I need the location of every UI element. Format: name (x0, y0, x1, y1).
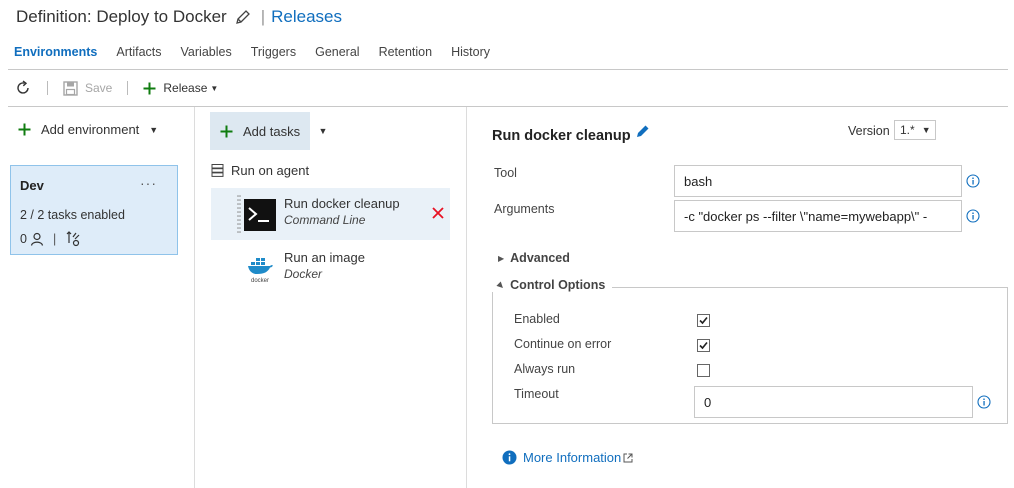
drag-handle-icon[interactable] (237, 194, 241, 234)
chevron-down-icon: ▼ (318, 126, 328, 136)
chevron-down-icon: ▼ (149, 124, 159, 135)
environment-card-dev[interactable]: Dev ··· 2 / 2 tasks enabled 0 | (10, 165, 178, 255)
tab-artifacts[interactable]: Artifacts (116, 45, 161, 59)
docker-icon: docker (244, 253, 276, 285)
task-run-docker-cleanup[interactable]: Run docker cleanup Command Line (211, 188, 450, 240)
version-select[interactable]: 1.* ▼ (894, 120, 936, 140)
version-label: Version (848, 124, 890, 138)
control-options-toggle[interactable]: ▶ Control Options (495, 278, 606, 292)
timeout-input[interactable]: 0 (694, 386, 973, 418)
continue-on-error-checkbox[interactable] (697, 339, 710, 352)
task-run-an-image[interactable]: docker Run an image Docker (211, 242, 450, 294)
server-icon (211, 164, 224, 177)
agent-phase[interactable]: Run on agent (211, 163, 309, 178)
enabled-checkbox[interactable] (697, 314, 710, 327)
info-filled-icon (502, 450, 517, 465)
edit-pencil-icon[interactable] (235, 9, 251, 25)
tab-history[interactable]: History (451, 45, 490, 59)
enabled-label: Enabled (514, 312, 560, 326)
task-detail-title: Run docker cleanup (492, 128, 631, 144)
tasks-enabled-count: 2 / 2 tasks enabled (20, 208, 125, 222)
meta-separator: | (52, 232, 57, 246)
task-name: Run docker cleanup (284, 196, 400, 211)
page-title: Definition: Deploy to Docker (16, 7, 227, 26)
chevron-down-icon: ▼ (921, 125, 931, 135)
task-name: Run an image (284, 250, 365, 265)
page-header: Definition: Deploy to Docker | Releases (16, 6, 342, 28)
tool-input[interactable]: bash (674, 165, 962, 197)
agent-phase-label: Run on agent (231, 163, 310, 178)
more-information-label: More Information (523, 450, 622, 465)
task-type: Docker (284, 267, 323, 281)
external-link-icon (623, 453, 633, 463)
tab-variables[interactable]: Variables (181, 45, 232, 59)
toolbar-divider (8, 106, 1008, 107)
add-tasks-dropdown[interactable]: ▼ (311, 112, 335, 150)
column-divider-right (466, 107, 467, 488)
arguments-label: Arguments (494, 202, 555, 216)
continue-on-error-label: Continue on error (514, 337, 612, 351)
tab-triggers[interactable]: Triggers (251, 45, 296, 59)
task-type: Command Line (284, 213, 366, 227)
tab-retention[interactable]: Retention (379, 45, 433, 59)
trigger-icon[interactable] (65, 231, 81, 247)
approvers-count: 0 (20, 232, 27, 246)
timeout-label: Timeout (514, 387, 559, 401)
definition-tabs: Environments Artifacts Variables Trigger… (14, 45, 509, 59)
version-value: 1.* (900, 123, 915, 137)
chevron-down-icon: ▼ (210, 83, 219, 93)
advanced-label: Advanced (510, 251, 570, 265)
save-button[interactable]: Save (63, 80, 113, 96)
tab-general[interactable]: General (315, 45, 359, 59)
more-information-link[interactable]: More Information (502, 450, 633, 465)
always-run-checkbox[interactable] (697, 364, 710, 377)
chevron-right-icon: ▶ (498, 253, 505, 263)
add-environment-label: Add environment (41, 122, 140, 137)
info-icon[interactable] (977, 395, 991, 409)
plus-icon (143, 82, 156, 95)
column-divider-left (194, 107, 195, 488)
chevron-expanded-icon: ▶ (495, 279, 507, 291)
delete-task-icon[interactable] (430, 205, 446, 221)
add-environment-button[interactable]: Add environment ▼ (18, 122, 158, 137)
title-separator: | (260, 7, 266, 26)
environment-name: Dev (20, 178, 44, 193)
tool-label: Tool (494, 166, 517, 180)
svg-text:docker: docker (251, 278, 269, 284)
releases-link[interactable]: Releases (271, 7, 342, 27)
advanced-section-toggle[interactable]: ▶ Advanced (498, 251, 570, 265)
control-options-label: Control Options (510, 278, 606, 292)
toolbar-separator (47, 81, 48, 95)
info-icon[interactable] (966, 174, 980, 188)
environment-meta: 0 | (20, 231, 84, 247)
save-icon (63, 80, 78, 96)
refresh-icon[interactable] (14, 79, 32, 97)
command-line-icon (244, 199, 276, 231)
tab-environments[interactable]: Environments (14, 45, 97, 59)
release-label: Release (163, 81, 208, 95)
plus-icon (18, 123, 31, 136)
info-icon[interactable] (966, 209, 980, 223)
edit-pencil-icon[interactable] (636, 124, 650, 138)
add-tasks-button[interactable]: Add tasks (210, 112, 310, 150)
arguments-input[interactable]: -c "docker ps --filter \"name=mywebapp\"… (674, 200, 962, 232)
toolbar-separator-2 (127, 81, 129, 95)
release-button[interactable]: Release ▼ (143, 81, 218, 95)
toolbar: Save Release ▼ (14, 78, 218, 98)
add-tasks-label: Add tasks (243, 123, 301, 139)
always-run-label: Always run (514, 362, 576, 376)
save-label: Save (85, 81, 113, 95)
person-icon[interactable] (30, 232, 44, 246)
more-options-icon[interactable]: ··· (140, 175, 157, 191)
task-detail-header: Run docker cleanup (492, 125, 650, 144)
plus-icon (220, 125, 233, 138)
tabs-divider (8, 69, 1008, 70)
